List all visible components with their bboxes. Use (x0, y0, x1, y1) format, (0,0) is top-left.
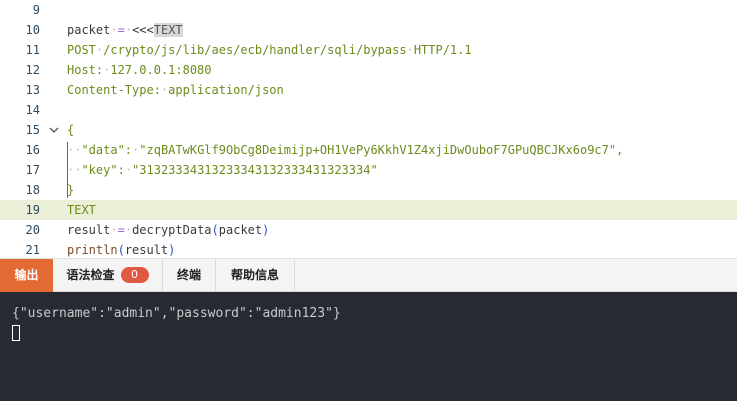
code-token: "zqBATwKGlf9ObCg8Deimijp+OH1VePy6KkhV1Z4… (139, 143, 624, 157)
code-token: = (117, 23, 125, 37)
code-token: application/json (168, 83, 284, 97)
whitespace-marker: · (124, 163, 133, 177)
code-text: TEXT (67, 200, 96, 220)
line-number: 19 (25, 203, 40, 217)
line-number: 20 (25, 223, 40, 237)
line-number: 9 (32, 3, 40, 17)
code-token: packet (218, 223, 263, 237)
whitespace-marker: · (124, 23, 133, 37)
code-token: "data": (81, 143, 133, 157)
code-token: ( (117, 243, 125, 257)
whitespace-marker: · (406, 43, 414, 57)
line-number: 21 (25, 243, 40, 257)
code-token: HTTP/1.1 (413, 43, 472, 57)
line-number: 13 (25, 83, 40, 97)
code-line[interactable]: 14 (0, 100, 737, 120)
code-line[interactable]: 16 ··"data":·"zqBATwKGlf9ObCg8Deimijp+OH1… (0, 140, 737, 160)
code-token: decryptData (132, 223, 212, 237)
tab-help-label: 帮助信息 (230, 268, 279, 282)
code-token: ) (168, 243, 176, 257)
code-token: "key": (81, 163, 125, 177)
code-token: ) (262, 223, 270, 237)
fold-chevron-icon[interactable] (48, 120, 60, 140)
code-line[interactable]: 15 { (0, 120, 737, 140)
whitespace-marker: ·· (67, 163, 82, 177)
code-line[interactable]: 18} (0, 180, 737, 200)
code-line[interactable]: 19 TEXT (0, 200, 737, 220)
code-token: = (117, 223, 125, 237)
code-token: <<< (132, 23, 154, 37)
tab-divider (294, 259, 295, 292)
code-token: Content-Type: (67, 83, 161, 97)
tab-syntax-check[interactable]: 语法检查 0 (53, 259, 162, 292)
whitespace-marker: · (110, 223, 118, 237)
whitespace-marker: · (110, 23, 118, 37)
code-line[interactable]: 17 ··"key":·"3132333431323334313233343132… (0, 160, 737, 180)
code-token: } (67, 183, 75, 197)
line-number: 18 (25, 183, 40, 197)
code-token: POST (67, 43, 96, 57)
bottom-panel-tabs: 输出 语法检查 0 终端 帮助信息 (0, 258, 737, 292)
code-text: ··"data":·"zqBATwKGlf9ObCg8Deimijp+OH1Ve… (67, 140, 623, 160)
line-number: 11 (25, 43, 40, 57)
code-token: { (67, 123, 75, 137)
line-number: 12 (25, 63, 40, 77)
tab-help[interactable]: 帮助信息 (216, 259, 294, 292)
tab-terminal[interactable]: 终端 (163, 259, 215, 292)
code-token: "31323334313233343132333431323334" (132, 163, 378, 177)
code-token: result (124, 243, 169, 257)
terminal-cursor (12, 325, 20, 341)
code-token: println (67, 243, 118, 257)
whitespace-marker: · (124, 223, 133, 237)
line-number: 16 (25, 143, 40, 157)
code-editor[interactable]: 9 10 packet·=·<<<TEXT 11 POST·/crypto/js/lib… (0, 0, 737, 258)
code-line[interactable]: 9 (0, 0, 737, 20)
code-token: /crypto/js/lib/aes/ecb/handler/sqli/bypa… (103, 43, 407, 57)
line-number: 15 (25, 123, 40, 137)
code-line[interactable]: 20 result·=·decryptData(packet) (0, 220, 737, 240)
code-text: { (67, 120, 74, 140)
code-line[interactable]: 11 POST ·/crypto/js/lib/aes/ecb/handler/sq… (0, 40, 737, 60)
code-token: result (67, 223, 111, 237)
line-number: 14 (25, 103, 40, 117)
code-token: ( (211, 223, 219, 237)
code-token: Host: (67, 63, 104, 77)
indent-guide (67, 142, 68, 198)
code-text: } (67, 180, 74, 200)
code-token: TEXT (67, 203, 96, 217)
code-token: packet (67, 23, 111, 37)
code-text: Content-Type:·application/json (67, 80, 284, 100)
code-line[interactable]: 21 println(result) (0, 240, 737, 258)
code-line[interactable]: 12 Host:·127.0.0.1:8080 (0, 60, 737, 80)
output-text: {"username":"admin","password":"admin123… (12, 306, 341, 321)
code-text: println(result) (67, 240, 175, 258)
whitespace-marker: ·· (67, 143, 82, 157)
tab-output[interactable]: 输出 (0, 259, 53, 292)
line-number: 10 (25, 23, 40, 37)
code-token: 127.0.0.1:8080 (110, 63, 212, 77)
code-text: POST ·/crypto/js/lib/aes/ecb/handler/sqli… (67, 40, 472, 60)
line-number: 17 (25, 163, 40, 177)
code-text: result·=·decryptData(packet) (67, 220, 269, 240)
syntax-error-count-badge: 0 (120, 266, 149, 283)
code-text: packet·=·<<<TEXT (67, 20, 183, 40)
tab-output-label: 输出 (14, 268, 39, 282)
code-line[interactable]: 13 Content-Type:·application/json (0, 80, 737, 100)
code-line[interactable]: 10 packet·=·<<<TEXT (0, 20, 737, 40)
code-text: ··"key":·"313233343132333431323334313233… (67, 160, 378, 180)
output-panel[interactable]: {"username":"admin","password":"admin123… (0, 292, 737, 401)
tab-terminal-label: 终端 (176, 268, 201, 282)
tab-syntax-check-label: 语法检查 (66, 268, 115, 282)
code-token: TEXT (153, 23, 183, 37)
code-text: Host:·127.0.0.1:8080 (67, 60, 212, 80)
